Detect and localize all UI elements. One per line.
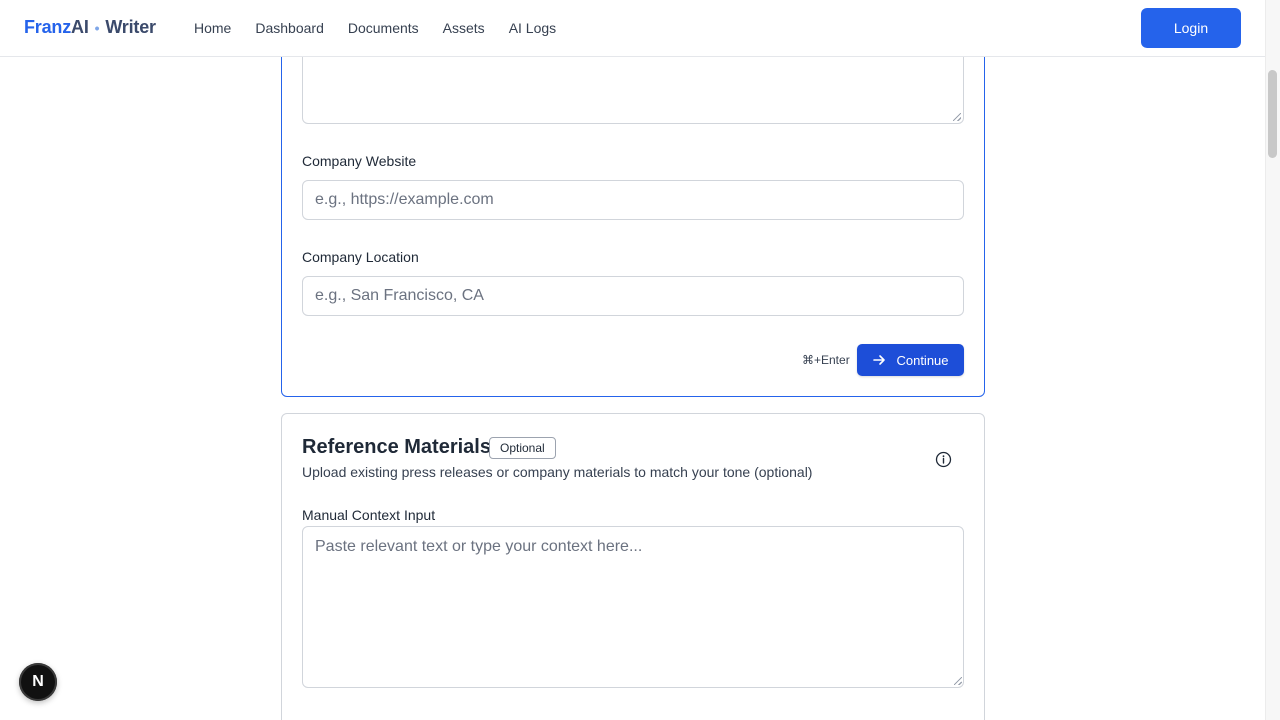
nav-home[interactable]: Home <box>194 20 231 36</box>
nav-assets[interactable]: Assets <box>443 20 485 36</box>
company-website-label: Company Website <box>302 153 417 169</box>
company-location-label: Company Location <box>302 249 419 265</box>
company-website-input[interactable] <box>302 180 964 220</box>
page-scrollbar-thumb[interactable] <box>1268 70 1277 158</box>
continue-button[interactable]: Continue <box>857 344 964 376</box>
page: Franz AI • Writer Home Dashboard Documen… <box>0 0 1280 720</box>
reference-materials-subtitle: Upload existing press releases or compan… <box>302 464 813 480</box>
brand-dot: • <box>94 19 100 36</box>
keyboard-shortcut-hint: ⌘+Enter <box>802 353 850 367</box>
arrow-right-icon <box>873 355 886 365</box>
nav-ai-logs[interactable]: AI Logs <box>509 20 556 36</box>
optional-badge: Optional <box>489 437 556 459</box>
brand-logo[interactable]: Franz AI • Writer <box>24 17 156 38</box>
nav-documents[interactable]: Documents <box>348 20 419 36</box>
brand-part-writer: Writer <box>105 17 156 37</box>
brand-part-franz: Franz <box>24 17 72 37</box>
nav-dashboard[interactable]: Dashboard <box>255 20 324 36</box>
reference-materials-title: Reference Materials <box>302 436 491 458</box>
manual-context-textarea[interactable] <box>302 526 964 688</box>
info-icon[interactable] <box>935 451 952 468</box>
manual-context-label: Manual Context Input <box>302 507 436 523</box>
continue-button-label: Continue <box>896 352 949 368</box>
brand-part-ai: AI <box>71 17 89 37</box>
resize-grip-icon[interactable] <box>953 113 961 121</box>
company-location-input[interactable] <box>302 276 964 316</box>
next-dev-indicator-badge[interactable]: N <box>19 663 57 701</box>
main-nav: Home Dashboard Documents Assets AI Logs <box>194 20 580 36</box>
login-button[interactable]: Login <box>1141 8 1241 48</box>
top-navbar: Franz AI • Writer Home Dashboard Documen… <box>0 0 1265 57</box>
resize-grip-icon[interactable] <box>954 677 962 685</box>
